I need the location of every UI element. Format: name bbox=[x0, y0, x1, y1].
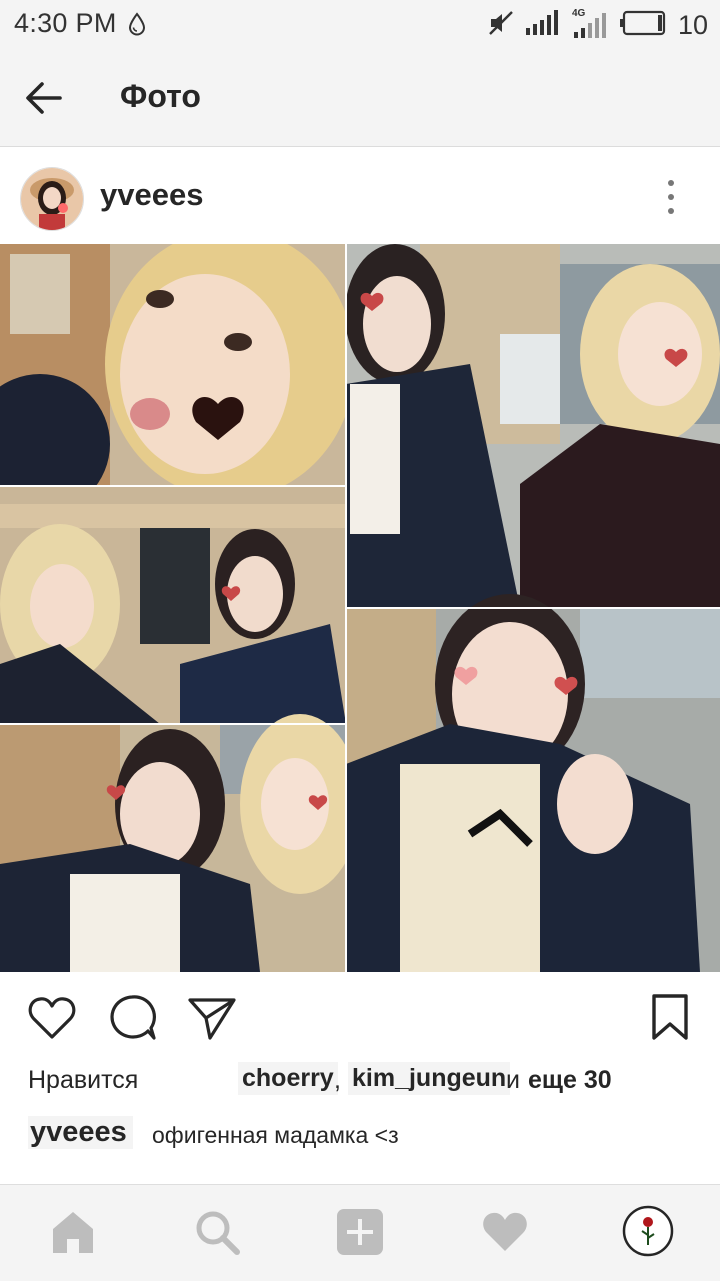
activity-heart-icon bbox=[483, 1212, 527, 1251]
nav-home[interactable] bbox=[48, 1207, 98, 1257]
likes-label: Нравится bbox=[28, 1066, 139, 1094]
comment-icon bbox=[110, 995, 156, 1040]
collage-panel bbox=[0, 714, 360, 972]
avatar[interactable] bbox=[20, 167, 84, 231]
collage-panel bbox=[0, 486, 346, 724]
share-button[interactable] bbox=[186, 992, 238, 1044]
nav-profile[interactable] bbox=[622, 1205, 674, 1257]
caption-username[interactable]: yveees bbox=[28, 1116, 133, 1149]
collage-panel bbox=[0, 244, 355, 514]
post-photo[interactable] bbox=[0, 244, 720, 972]
water-drop-icon bbox=[128, 12, 146, 41]
nav-add[interactable] bbox=[335, 1207, 385, 1257]
likes-conjunction: и bbox=[506, 1066, 520, 1094]
bookmark-icon bbox=[652, 994, 688, 1040]
status-bar: 4:30 PM 4G 10 bbox=[0, 0, 720, 50]
status-icons: 4G 10 bbox=[488, 8, 708, 41]
heart-icon bbox=[28, 997, 76, 1039]
signal-icon bbox=[525, 9, 560, 41]
nav-activity[interactable] bbox=[480, 1207, 530, 1257]
signal-4g-icon: 4G bbox=[572, 8, 608, 39]
post-header: yveees bbox=[0, 147, 720, 244]
nav-search[interactable] bbox=[192, 1207, 242, 1257]
liker-link[interactable]: kim_jungeun bbox=[348, 1062, 511, 1095]
share-icon bbox=[188, 998, 236, 1040]
home-icon bbox=[53, 1212, 93, 1253]
bookmark-button[interactable] bbox=[644, 992, 696, 1044]
status-time: 4:30 PM bbox=[14, 8, 117, 38]
collage-panel bbox=[346, 594, 720, 972]
like-button[interactable] bbox=[26, 992, 78, 1044]
collage-photo bbox=[0, 244, 720, 972]
search-icon bbox=[196, 1211, 240, 1255]
more-button[interactable] bbox=[656, 177, 686, 217]
battery-level: 10 bbox=[677, 9, 708, 40]
more-likers-link[interactable]: еще 30 bbox=[528, 1066, 612, 1095]
caption-text: офигенная мадамка <з bbox=[152, 1122, 399, 1148]
app-bar: Фото bbox=[0, 50, 720, 147]
more-vertical-icon bbox=[668, 180, 674, 214]
battery-icon bbox=[619, 10, 666, 41]
profile-icon bbox=[622, 1205, 674, 1257]
add-icon bbox=[337, 1209, 383, 1255]
post-actions bbox=[0, 972, 720, 1058]
page-title: Фото bbox=[120, 78, 201, 114]
back-button[interactable] bbox=[22, 78, 66, 118]
likes-separator: , bbox=[334, 1066, 341, 1094]
post-username[interactable]: yveees bbox=[100, 177, 203, 213]
mute-icon bbox=[488, 10, 514, 41]
bottom-nav bbox=[0, 1184, 720, 1281]
comment-button[interactable] bbox=[106, 992, 158, 1044]
arrow-left-icon bbox=[26, 82, 62, 114]
collage-panel bbox=[345, 244, 720, 608]
liker-link[interactable]: choerry bbox=[238, 1062, 338, 1095]
